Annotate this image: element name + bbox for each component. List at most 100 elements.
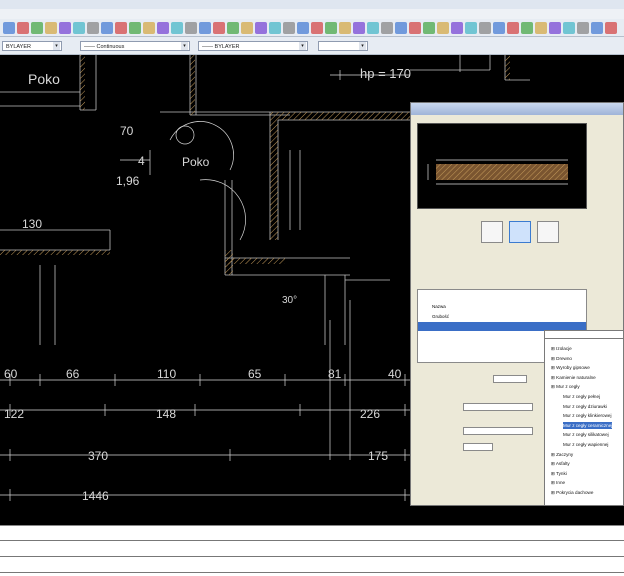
toolbar-button[interactable] xyxy=(423,22,435,34)
toolbar-button[interactable] xyxy=(409,22,421,34)
toolbar-button[interactable] xyxy=(255,22,267,34)
dialog-header xyxy=(411,103,623,115)
tree-item[interactable]: ⊞ Mur z cegły xyxy=(551,383,580,390)
toolbar-button[interactable] xyxy=(241,22,253,34)
linetype-combo[interactable]: —— Continuous ▾ xyxy=(80,41,190,51)
group-field[interactable] xyxy=(463,403,533,411)
angle-30: 30° xyxy=(282,295,297,306)
toolbar-button[interactable] xyxy=(17,22,29,34)
dim-122: 122 xyxy=(4,407,24,421)
chevron-down-icon: ▾ xyxy=(299,42,306,50)
dim-70: 70 xyxy=(120,124,134,138)
command-line[interactable] xyxy=(0,525,624,576)
divider xyxy=(0,540,624,541)
dim-4: 4 xyxy=(138,154,145,168)
toolbar-button[interactable] xyxy=(157,22,169,34)
toolbar-button[interactable] xyxy=(381,22,393,34)
toolbar-button[interactable] xyxy=(129,22,141,34)
toolbar-button[interactable] xyxy=(31,22,43,34)
toolbar-button[interactable] xyxy=(213,22,225,34)
dim-148: 148 xyxy=(156,407,176,421)
toolbar-button[interactable] xyxy=(101,22,113,34)
toolbar-button[interactable] xyxy=(283,22,295,34)
dimension-lines xyxy=(0,70,456,501)
toolbar-button[interactable] xyxy=(563,22,575,34)
dim-110: 110 xyxy=(157,367,176,381)
dim-65: 65 xyxy=(248,367,262,381)
toolbar-button[interactable] xyxy=(143,22,155,34)
dim-370: 370 xyxy=(88,449,108,463)
shape-button-rect[interactable] xyxy=(481,221,503,243)
tree-item[interactable]: Mur z cegły ceramicznej xyxy=(563,421,613,429)
toolbar-button[interactable] xyxy=(605,22,617,34)
mark-field[interactable] xyxy=(463,443,493,451)
toolbar-button[interactable] xyxy=(521,22,533,34)
toolbar-button[interactable] xyxy=(339,22,351,34)
toolbar-button[interactable] xyxy=(311,22,323,34)
toolbar-button[interactable] xyxy=(3,22,15,34)
material-tree[interactable]: ⊞ Izolacje ⊞ Drewno ⊞ Wyroby gipsowe ⊞ Kami… xyxy=(544,338,624,506)
toolbar-button[interactable] xyxy=(59,22,71,34)
toolbar-button[interactable] xyxy=(395,22,407,34)
toolbar-button[interactable] xyxy=(535,22,547,34)
toolbar-button[interactable] xyxy=(493,22,505,34)
toolbar-button[interactable] xyxy=(325,22,337,34)
toolbar-button[interactable] xyxy=(591,22,603,34)
toolbar-button[interactable] xyxy=(45,22,57,34)
cell-name: Nazwa xyxy=(432,304,446,309)
toolbar-button[interactable] xyxy=(367,22,379,34)
dim-196: 1,96 xyxy=(116,174,140,188)
toolbar-button[interactable] xyxy=(479,22,491,34)
tree-item[interactable]: Mur z cegły silikatowej xyxy=(563,431,609,438)
tree-item[interactable]: Mur z cegły dziurawki xyxy=(563,403,607,410)
table-row[interactable]: Nazwa xyxy=(418,302,586,311)
toolbar-button[interactable] xyxy=(353,22,365,34)
toolbar-button[interactable] xyxy=(185,22,197,34)
toolbar-button[interactable] xyxy=(507,22,519,34)
dim-81: 81 xyxy=(328,367,342,381)
table-row[interactable]: Grubość xyxy=(418,312,586,321)
tree-item[interactable]: ⊞ Asfalty xyxy=(551,460,570,467)
menu-bar xyxy=(0,9,624,19)
toolbar-button[interactable] xyxy=(437,22,449,34)
tree-item[interactable]: ⊞ Pokrycia dachowe xyxy=(551,489,593,496)
dim-66: 66 xyxy=(66,367,80,381)
tree-item[interactable]: Mur z cegły klinkierowej xyxy=(563,412,612,419)
toolbar-button[interactable] xyxy=(451,22,463,34)
toolbar-button[interactable] xyxy=(549,22,561,34)
toolbar-button[interactable] xyxy=(269,22,281,34)
toolbar-button[interactable] xyxy=(297,22,309,34)
tree-item[interactable]: ⊞ Izolacje xyxy=(551,345,572,352)
color-combo[interactable]: ▾ xyxy=(318,41,368,51)
dim-226: 226 xyxy=(360,407,380,421)
toolbar-button[interactable] xyxy=(87,22,99,34)
layer-combo-value: BYLAYER xyxy=(6,44,31,50)
tree-item[interactable]: ⊞ Inne xyxy=(551,479,565,486)
height-label: hp = 170 xyxy=(360,66,411,81)
toolbar-button[interactable] xyxy=(577,22,589,34)
toolbar-button[interactable] xyxy=(115,22,127,34)
wall-preview xyxy=(417,123,587,209)
tree-item[interactable]: ⊞ Drewno xyxy=(551,355,572,362)
thickness-field[interactable] xyxy=(493,375,527,383)
toolbar-button[interactable] xyxy=(73,22,85,34)
tree-item[interactable]: ⊞ Zaczyny xyxy=(551,451,573,458)
tree-item[interactable]: ⊞ Tynki xyxy=(551,470,567,477)
material-field[interactable] xyxy=(463,427,533,435)
toolbar-button[interactable] xyxy=(199,22,211,34)
tree-item[interactable]: Mur z cegły pełnej xyxy=(563,393,600,400)
lineweight-combo[interactable]: —— BYLAYER ▾ xyxy=(198,41,308,51)
lineweight-combo-value: —— BYLAYER xyxy=(202,44,240,50)
toolbar-button[interactable] xyxy=(465,22,477,34)
toolbar-button[interactable] xyxy=(171,22,183,34)
toolbar-button[interactable] xyxy=(227,22,239,34)
shape-button-corner[interactable] xyxy=(509,221,531,243)
tree-item[interactable]: ⊞ Wyroby gipsowe xyxy=(551,364,590,371)
room-label: Poko xyxy=(28,71,60,87)
tree-item[interactable]: Mur z cegły wapiennej xyxy=(563,441,608,448)
layer-combo[interactable]: BYLAYER ▾ xyxy=(2,41,62,51)
tree-item[interactable]: ⊞ Kamienie naturalne xyxy=(551,374,596,381)
standard-toolbar xyxy=(0,19,624,37)
dim-60: 60 xyxy=(4,367,18,381)
shape-button-angled[interactable] xyxy=(537,221,559,243)
